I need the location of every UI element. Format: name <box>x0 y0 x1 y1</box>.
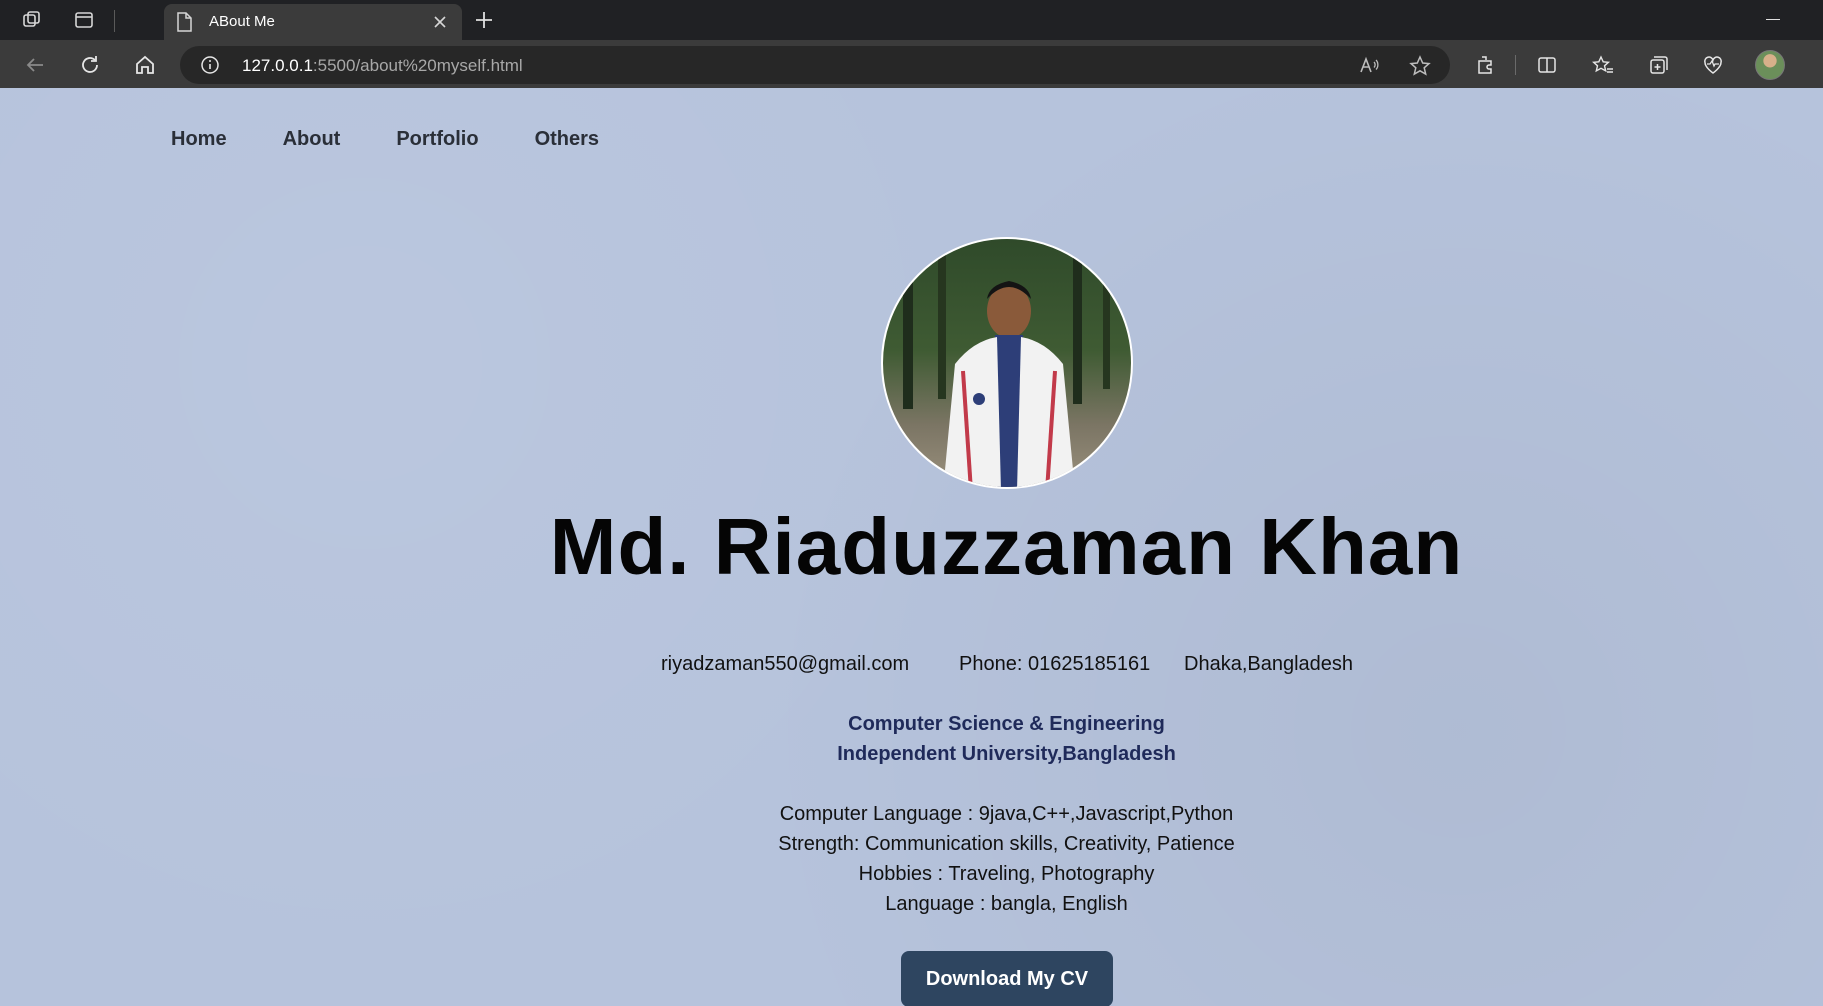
new-tab-icon[interactable] <box>472 8 496 32</box>
department-text: Computer Science & Engineering <box>848 713 1165 735</box>
split-screen-icon[interactable] <box>1534 52 1560 78</box>
site-navigation: Home About Portfolio Others <box>171 128 599 151</box>
nav-link-portfolio[interactable]: Portfolio <box>396 128 478 151</box>
tab-actions-icon[interactable] <box>72 8 96 32</box>
hobbies-text: Hobbies : Traveling, Photography <box>858 863 1155 885</box>
close-tab-icon[interactable] <box>430 12 450 32</box>
toolbar-divider <box>1515 55 1516 75</box>
reload-icon[interactable] <box>77 52 103 78</box>
language-text: Language : bangla, English <box>885 893 1128 915</box>
url-path: :5500/about%20myself.html <box>312 56 523 75</box>
nav-link-others[interactable]: Others <box>535 128 599 151</box>
browser-tabstrip: ABout Me <box>0 0 1823 40</box>
phone-text: Phone: 01625185161 <box>959 653 1151 675</box>
favorite-star-icon[interactable] <box>1409 55 1431 77</box>
tabstrip-divider <box>114 10 115 32</box>
collections-icon[interactable] <box>1646 52 1672 78</box>
nav-link-about[interactable]: About <box>283 128 341 151</box>
tab-title: ABout Me <box>209 13 275 30</box>
portrait-illustration <box>903 239 1110 487</box>
profile-photo <box>881 237 1133 489</box>
site-info-icon[interactable] <box>200 55 220 75</box>
download-cv-button[interactable]: Download My CV <box>901 951 1113 1006</box>
nav-link-home[interactable]: Home <box>171 128 227 151</box>
strength-text: Strength: Communication skills, Creativi… <box>778 833 1235 855</box>
location-text: Dhaka,Bangladesh <box>1184 653 1354 675</box>
extensions-icon[interactable] <box>1472 52 1498 78</box>
computer-language-text: Computer Language : 9java,C++,Javascript… <box>779 803 1234 825</box>
back-icon[interactable] <box>22 52 48 78</box>
workspaces-icon[interactable] <box>20 8 44 32</box>
profile-avatar[interactable] <box>1755 50 1785 80</box>
home-icon[interactable] <box>132 52 158 78</box>
favorites-icon[interactable] <box>1590 52 1616 78</box>
url-text[interactable]: 127.0.0.1:5500/about%20myself.html <box>242 56 523 76</box>
browser-essentials-icon[interactable] <box>1700 52 1726 78</box>
email-text: riyadzaman550@gmail.com <box>661 653 910 675</box>
about-page: Home About Portfolio Others Md. Riaduzza… <box>0 88 1823 1006</box>
page-icon <box>176 12 194 32</box>
profile-name: Md. Riaduzzaman Khan <box>549 502 1464 591</box>
active-tab[interactable]: ABout Me <box>164 4 462 40</box>
browser-toolbar: 127.0.0.1:5500/about%20myself.html <box>0 40 1823 88</box>
minimize-window-icon[interactable] <box>1766 19 1780 20</box>
read-aloud-icon[interactable] <box>1358 55 1380 77</box>
university-text: Independent University,Bangladesh <box>837 743 1176 765</box>
url-host: 127.0.0.1 <box>242 56 313 75</box>
address-bar[interactable]: 127.0.0.1:5500/about%20myself.html <box>180 46 1450 84</box>
